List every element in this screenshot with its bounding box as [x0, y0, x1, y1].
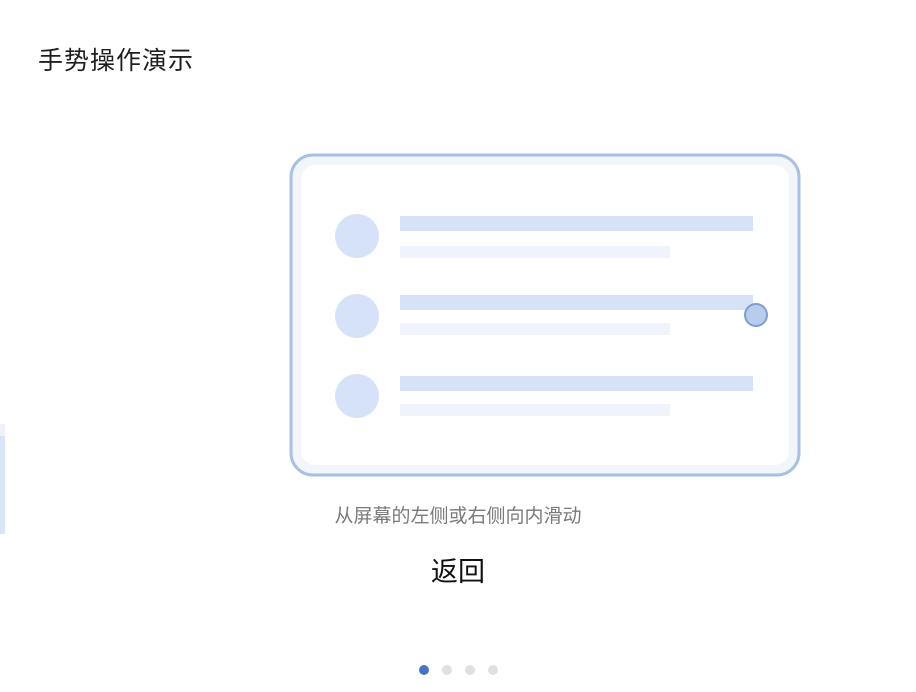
gesture-instruction: 从屏幕的左侧或右侧向内滑动: [334, 505, 582, 527]
page-dot-1[interactable]: [418, 665, 429, 675]
list-item-avatar: [335, 214, 379, 258]
list-item-avatar: [335, 294, 379, 338]
page-title: 手势操作演示: [38, 46, 195, 75]
left-edge-swipe-zone-top: [0, 424, 5, 436]
list-item-title-bar: [400, 376, 753, 391]
page-dot-2[interactable]: [441, 665, 452, 675]
list-item-subtitle-bar: [400, 246, 670, 258]
swipe-gesture-illustration: [289, 153, 801, 477]
gesture-demo-page: 手势操作演示 从屏幕的左侧或右侧向内滑动 返回: [0, 0, 916, 692]
list-item-subtitle-bar: [400, 404, 670, 416]
list-item-avatar: [335, 374, 379, 418]
page-dot-3[interactable]: [464, 665, 475, 675]
page-dot-4[interactable]: [487, 665, 498, 675]
page-indicator: [0, 665, 916, 675]
list-item-title-bar: [400, 216, 753, 231]
list-item-title-bar: [400, 295, 753, 310]
list-item-subtitle-bar: [400, 323, 670, 335]
back-gesture-label[interactable]: 返回: [0, 554, 916, 592]
touch-point-icon: [744, 303, 768, 327]
